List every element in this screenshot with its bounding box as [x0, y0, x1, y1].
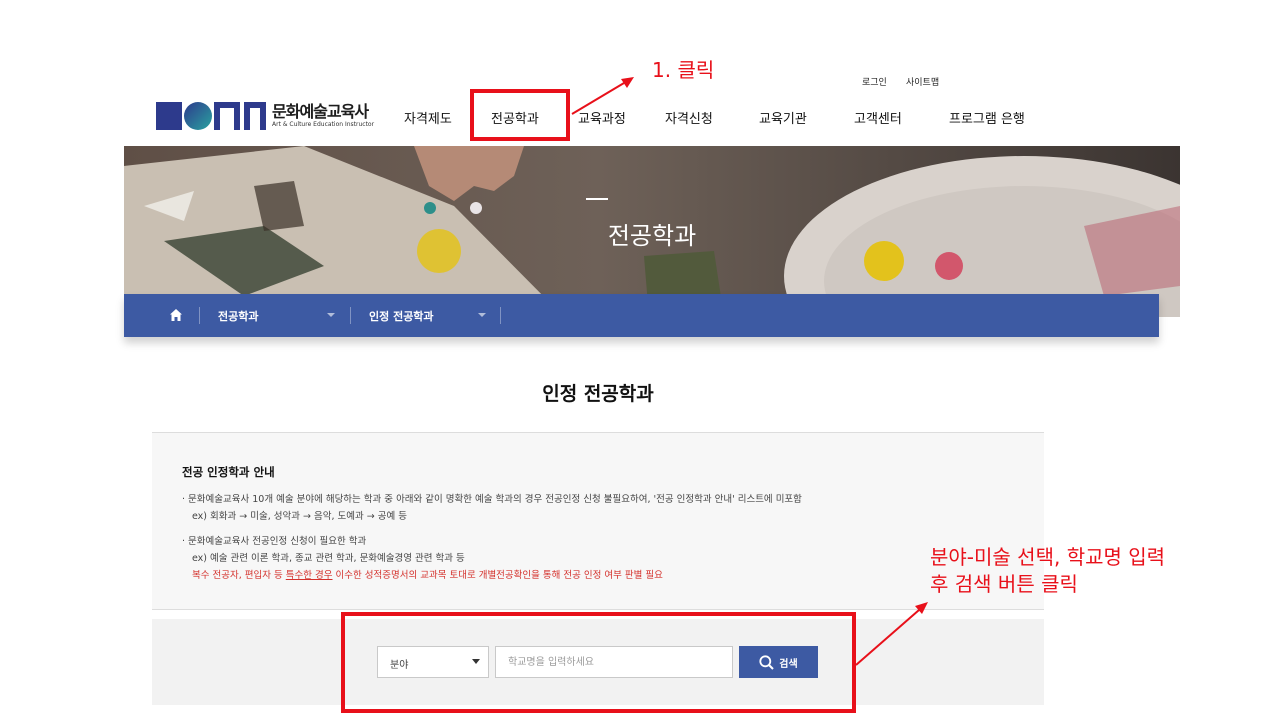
annotation-step2-line2: 후 검색 버튼 클릭: [930, 572, 1078, 596]
annotation-arrow-1: [571, 82, 625, 115]
annotation-step1: 1. 클릭: [652, 58, 715, 82]
annotation-arrow-2: [855, 609, 920, 666]
annotation-step2-line1: 분야-미술 선택, 학교명 입력: [930, 545, 1166, 569]
annotation-arrows: [571, 77, 928, 666]
